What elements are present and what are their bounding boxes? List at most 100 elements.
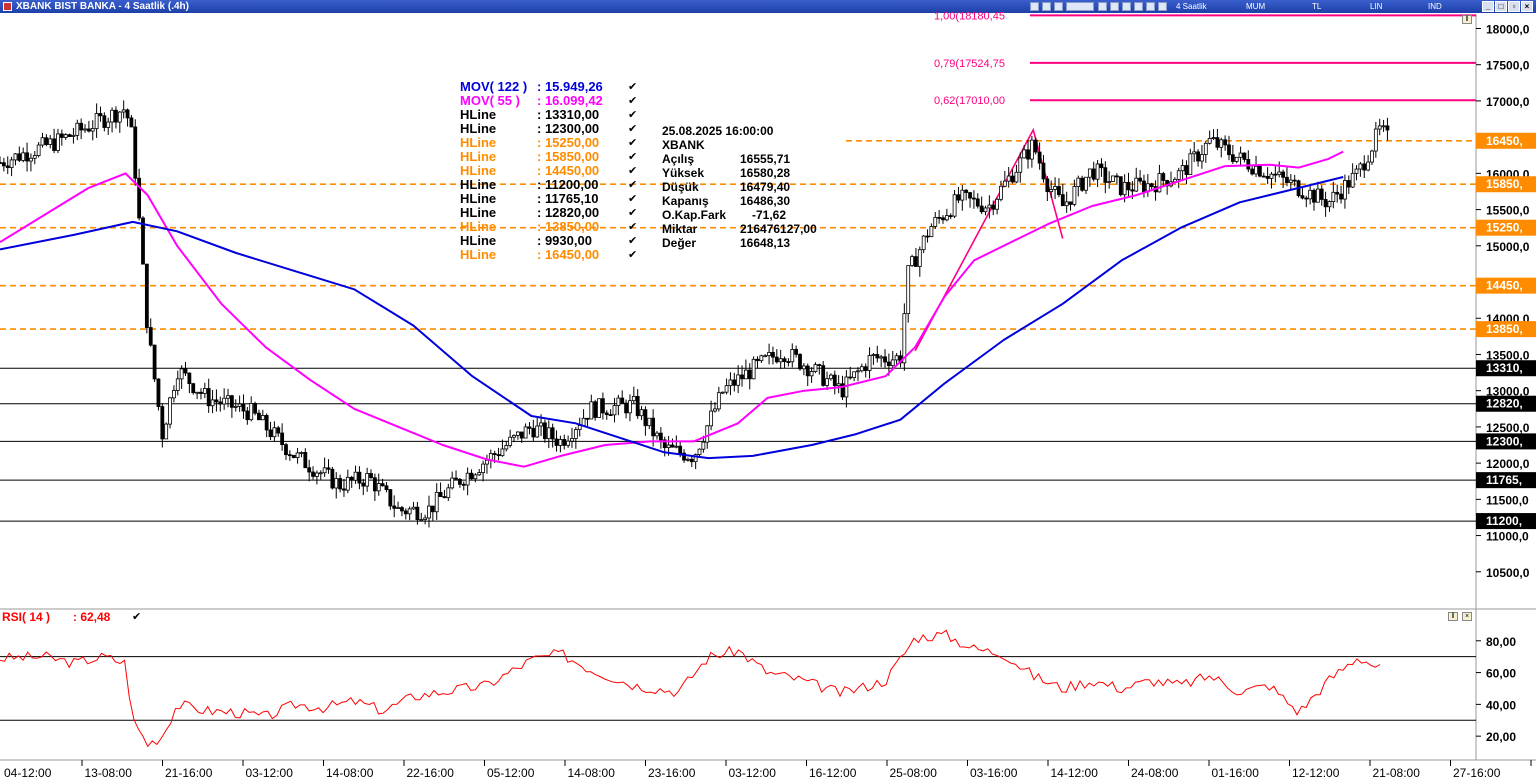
checkmark-icon[interactable]: ✔: [628, 192, 637, 206]
candle-body: [600, 398, 605, 414]
info-label: Açılış: [662, 152, 695, 166]
candle-body: [890, 359, 895, 367]
candle-body: [755, 358, 760, 362]
candle-body: [40, 137, 45, 146]
candle-body: [268, 429, 273, 438]
candle-body: [168, 397, 172, 425]
checkmark-icon[interactable]: ✔: [628, 234, 637, 248]
checkmark-icon[interactable]: ✔: [132, 610, 141, 624]
info-label: Yüksek: [662, 166, 705, 180]
candle-body: [129, 117, 134, 128]
panel-menu-icon[interactable]: ‖: [1462, 15, 1472, 24]
time-tick-label: 23-16:00: [648, 766, 696, 779]
candle-body: [952, 194, 957, 217]
checkmark-icon[interactable]: ✔: [628, 150, 637, 164]
price-tick-label: 15500,0: [1486, 204, 1530, 218]
candle-body: [771, 352, 775, 358]
time-tick-label: 12-12:00: [1292, 766, 1340, 779]
panel-menu-icon[interactable]: ‖: [1448, 612, 1458, 621]
candle-body: [1134, 177, 1139, 192]
checkmark-icon[interactable]: ✔: [628, 94, 637, 108]
candle-body: [114, 109, 118, 123]
candle-body: [407, 508, 412, 515]
fibonacci-label: 0,62(17010,00: [934, 95, 1005, 107]
panel-close-icon[interactable]: ×: [1462, 612, 1472, 621]
candle-body: [1265, 176, 1270, 179]
candle-body: [1366, 161, 1371, 171]
candle-body: [1370, 150, 1374, 163]
candle-body: [133, 126, 138, 179]
rsi-value: : 62,48: [73, 610, 111, 624]
price-tick-label: 11500,0: [1486, 493, 1529, 507]
candle-body: [620, 397, 625, 404]
candle-body: [515, 431, 520, 436]
candle-body: [1315, 188, 1320, 203]
time-tick-label: 25-08:00: [890, 766, 938, 779]
candle-body: [345, 476, 350, 491]
candle-body: [415, 506, 420, 521]
candle-body: [1076, 177, 1081, 187]
candle-body: [56, 133, 60, 151]
candle-body: [535, 425, 540, 438]
candle-body: [361, 482, 366, 487]
candle-body: [365, 473, 370, 487]
candle-body: [241, 403, 246, 412]
candle-body: [531, 427, 536, 438]
candle-body: [357, 471, 362, 484]
candle-body: [400, 507, 404, 512]
checkmark-icon[interactable]: ✔: [628, 122, 637, 136]
checkmark-icon[interactable]: ✔: [628, 136, 637, 150]
hline-legend-label: HLine: [460, 177, 497, 192]
candle-body: [1381, 125, 1386, 128]
candle-body: [937, 216, 942, 219]
candle-body: [713, 408, 717, 412]
time-tick-label: 22-16:00: [407, 766, 455, 779]
price-tick-label: 11000,0: [1486, 530, 1529, 544]
checkmark-icon[interactable]: ✔: [628, 108, 637, 122]
candle-body: [616, 397, 621, 407]
hline-legend-value: : 13310,00: [537, 107, 600, 122]
checkmark-icon[interactable]: ✔: [628, 164, 637, 178]
candle-body: [1207, 138, 1212, 144]
checkmark-icon[interactable]: ✔: [628, 206, 637, 220]
candle-body: [148, 327, 153, 346]
candle-body: [94, 113, 99, 129]
candle-body: [1254, 165, 1258, 175]
checkmark-icon[interactable]: ✔: [628, 80, 637, 94]
candle-body: [1258, 165, 1262, 177]
candle-body: [1037, 151, 1042, 164]
candle-body: [156, 378, 161, 407]
candle-body: [1335, 191, 1340, 195]
candle-body: [1227, 144, 1231, 156]
candle-body: [577, 425, 582, 431]
candle-body: [1033, 139, 1038, 153]
candle-body: [944, 215, 949, 221]
candle-body: [187, 372, 192, 385]
candle-body: [380, 483, 385, 487]
candle-body: [1346, 180, 1351, 188]
candle-body: [1084, 176, 1088, 191]
candle-body: [276, 427, 281, 434]
candle-body: [956, 194, 961, 201]
candle-body: [237, 403, 242, 407]
candle-body: [98, 113, 103, 117]
candle-body: [701, 441, 706, 450]
candle-body: [1138, 177, 1142, 182]
checkmark-icon[interactable]: ✔: [628, 178, 637, 192]
checkmark-icon[interactable]: ✔: [628, 220, 637, 234]
candle-body: [964, 189, 969, 193]
candle-body: [48, 138, 53, 145]
candle-body: [500, 448, 505, 457]
mov122-label: MOV( 122 ): [460, 79, 528, 94]
time-tick-label: 03-12:00: [729, 766, 777, 779]
checkmark-icon[interactable]: ✔: [628, 248, 637, 262]
candle-body: [863, 366, 868, 371]
info-value: 16479,40: [740, 180, 791, 194]
candle-body: [604, 412, 609, 416]
candle-body: [801, 365, 806, 370]
candle-body: [585, 417, 590, 420]
chart-canvas[interactable]: 1,00(18180,450,79(17524,750,62(17010,00 …: [0, 0, 1536, 779]
info-value: 16486,30: [740, 194, 791, 208]
candle-body: [411, 506, 416, 510]
candle-body: [666, 444, 671, 449]
